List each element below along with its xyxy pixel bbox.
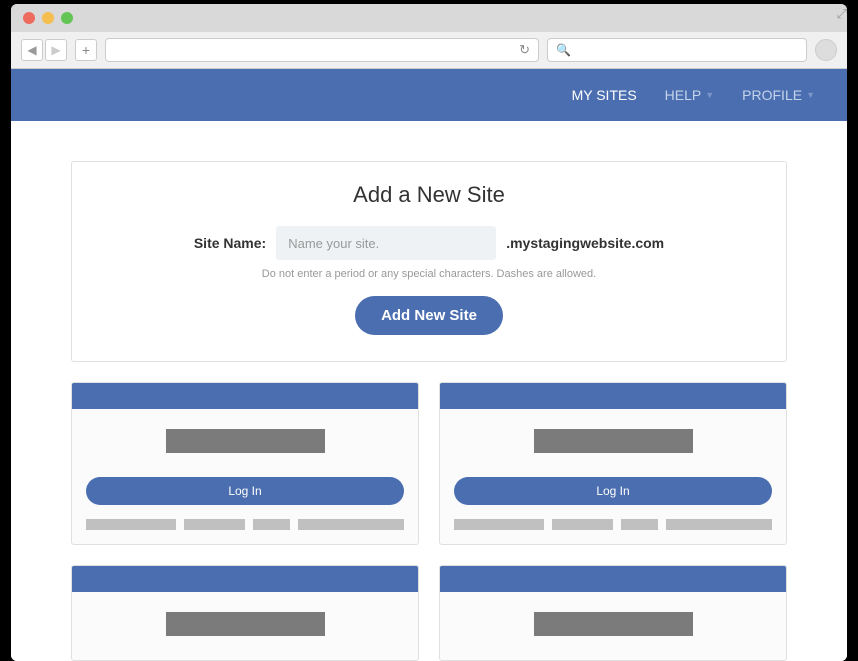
site-card xyxy=(71,565,419,661)
add-site-panel: Add a New Site Site Name: .mystagingwebs… xyxy=(71,161,787,362)
site-title-placeholder xyxy=(534,612,693,636)
add-new-site-button[interactable]: Add New Site xyxy=(355,296,503,335)
login-button[interactable]: Log In xyxy=(454,477,772,505)
stat-placeholder xyxy=(298,519,404,530)
stat-row xyxy=(86,519,404,530)
card-body xyxy=(440,592,786,636)
card-header xyxy=(72,383,418,409)
browser-chrome xyxy=(11,4,847,32)
maximize-window-button[interactable] xyxy=(61,12,73,24)
help-text: Do not enter a period or any special cha… xyxy=(102,268,756,280)
stat-placeholder xyxy=(552,519,612,530)
card-header xyxy=(440,383,786,409)
panel-title: Add a New Site xyxy=(102,182,756,208)
chevron-down-icon: ▼ xyxy=(806,90,815,100)
search-icon: 🔍 xyxy=(556,43,571,57)
browser-toolbar: ⤢ ◀ ▶ + ↻ 🔍 xyxy=(11,32,847,69)
browser-window: ⤢ ◀ ▶ + ↻ 🔍 MY SITES HELP ▼ PROFILE ▼ Ad… xyxy=(11,4,847,661)
site-card: Log In xyxy=(71,382,419,545)
site-title-placeholder xyxy=(166,429,325,453)
card-header xyxy=(440,566,786,592)
forward-button[interactable]: ▶ xyxy=(45,39,67,61)
stat-placeholder xyxy=(184,519,244,530)
card-body xyxy=(72,592,418,636)
refresh-icon[interactable]: ↻ xyxy=(519,42,530,58)
login-button[interactable]: Log In xyxy=(86,477,404,505)
nav-profile[interactable]: PROFILE ▼ xyxy=(742,87,815,103)
site-title-placeholder xyxy=(534,429,693,453)
nav-arrows: ◀ ▶ xyxy=(21,39,67,61)
stat-row xyxy=(454,519,772,530)
main-content: Add a New Site Site Name: .mystagingwebs… xyxy=(11,121,847,661)
back-button[interactable]: ◀ xyxy=(21,39,43,61)
stat-placeholder xyxy=(253,519,291,530)
stat-placeholder xyxy=(454,519,544,530)
site-title-placeholder xyxy=(166,612,325,636)
site-name-input[interactable] xyxy=(276,226,496,260)
stat-placeholder xyxy=(666,519,772,530)
nav-my-sites[interactable]: MY SITES xyxy=(572,87,637,103)
close-window-button[interactable] xyxy=(23,12,35,24)
chevron-down-icon: ▼ xyxy=(705,90,714,100)
stat-placeholder xyxy=(86,519,176,530)
site-card xyxy=(439,565,787,661)
site-name-label: Site Name: xyxy=(194,235,266,251)
fullscreen-icon[interactable]: ⤢ xyxy=(837,6,847,22)
app-header: MY SITES HELP ▼ PROFILE ▼ xyxy=(11,69,847,121)
card-body: Log In xyxy=(440,409,786,544)
domain-suffix: .mystagingwebsite.com xyxy=(506,235,664,251)
url-bar[interactable]: ↻ xyxy=(105,38,539,62)
site-grid: Log In Log In xyxy=(71,382,787,661)
stat-placeholder xyxy=(621,519,659,530)
card-body: Log In xyxy=(72,409,418,544)
card-header xyxy=(72,566,418,592)
nav-help[interactable]: HELP ▼ xyxy=(665,87,715,103)
minimize-window-button[interactable] xyxy=(42,12,54,24)
new-tab-button[interactable]: + xyxy=(75,39,97,61)
browser-profile-icon[interactable] xyxy=(815,39,837,61)
search-bar[interactable]: 🔍 xyxy=(547,38,807,62)
site-card: Log In xyxy=(439,382,787,545)
traffic-lights xyxy=(23,12,835,32)
site-name-row: Site Name: .mystagingwebsite.com xyxy=(102,226,756,260)
